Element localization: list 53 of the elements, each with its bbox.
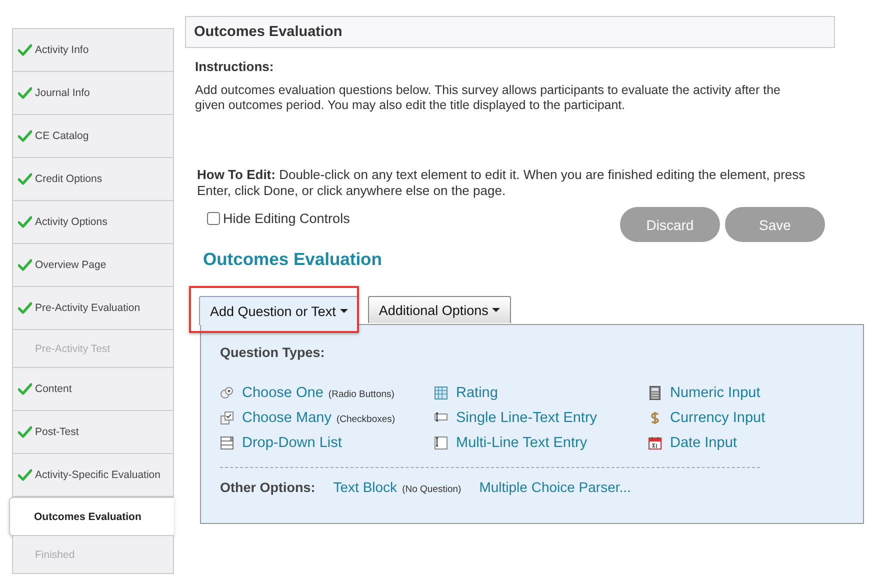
sidebar-item[interactable]: CE Catalog	[13, 115, 173, 158]
caret-icon	[340, 309, 348, 313]
question-type-link[interactable]: Date Input	[670, 435, 737, 451]
sidebar-item[interactable]: Activity Info	[13, 28, 173, 72]
sidebar-item[interactable]: Activity-Specific Evaluation	[13, 454, 173, 497]
question-type-link[interactable]: Choose One (Radio Buttons)	[242, 385, 394, 401]
radio-icon	[220, 386, 234, 400]
checkmark-icon	[18, 383, 32, 395]
grid-icon	[434, 386, 448, 400]
checkmark-icon	[18, 216, 32, 228]
how-to-edit-text: How To Edit: Double-click on any text element to edit it. When you are finished editing the element, press Enter, click Done, or click anywhere else on the page.	[197, 167, 806, 199]
checkmark-icon	[18, 426, 32, 438]
sidebar-item[interactable]: Content	[13, 368, 173, 411]
text-area-icon	[434, 436, 448, 450]
question-types-heading: Question Types:	[220, 345, 326, 360]
dollar-icon	[648, 411, 662, 425]
dropdown-tab[interactable]: Add Question or Text	[199, 296, 359, 325]
section-title: Outcomes Evaluation	[194, 24, 342, 40]
checkbox-icon	[220, 411, 234, 425]
checkmark-icon	[18, 173, 32, 185]
question-type-link[interactable]: Multi-Line Text Entry	[456, 435, 588, 451]
calendar-icon	[648, 436, 662, 450]
list-icon	[220, 436, 234, 450]
question-type-link[interactable]: Drop-Down List	[242, 435, 342, 451]
sidebar-item[interactable]: Journal Info	[13, 72, 173, 115]
option-link[interactable]: Multiple Choice Parser...	[479, 479, 631, 495]
checkmark-icon	[18, 302, 32, 314]
checkmark-icon	[18, 259, 32, 271]
question-type-link[interactable]: Choose Many (Checkboxes)	[242, 410, 396, 426]
question-type-link[interactable]: Currency Input	[670, 410, 766, 426]
other-options-heading: Other Options:	[220, 480, 316, 495]
sidebar-item[interactable]: Activity Options	[13, 201, 173, 244]
checkmark-icon	[18, 469, 32, 481]
question-type-link[interactable]: Rating	[456, 385, 498, 401]
instructions-text: Add outcomes evaluation questions below. This survey allows participants to evaluate the activity after the given outcomes period. You may also edit the title displayed to the participant.	[195, 83, 782, 113]
checkbox[interactable]	[207, 212, 220, 224]
sidebar-item[interactable]: Pre-Activity Evaluation	[13, 287, 173, 330]
question-type-link[interactable]: Numeric Input	[670, 385, 760, 401]
checkmark-icon	[18, 87, 32, 99]
checkmark-icon	[18, 44, 32, 56]
sidebar-item[interactable]: Outcomes Evaluation	[9, 497, 174, 536]
question-type-link[interactable]: Single Line-Text Entry	[456, 410, 598, 426]
sidebar-item[interactable]: Overview Page	[13, 244, 173, 287]
checkmark-icon	[18, 130, 32, 142]
sidebar-item[interactable]: Post-Test	[13, 411, 173, 454]
dropdown-tab[interactable]: Additional Options	[368, 296, 512, 323]
instructions-heading: Instructions:	[195, 59, 275, 74]
sidebar-item[interactable]: Credit Options	[13, 158, 173, 201]
calculator-icon	[648, 386, 662, 400]
option-link[interactable]: Text Block (No Question)	[333, 479, 462, 495]
evaluation-title: Outcomes Evaluation	[203, 249, 383, 270]
checkbox-label: Hide Editing Controls	[223, 210, 350, 226]
caret-icon	[492, 308, 500, 312]
